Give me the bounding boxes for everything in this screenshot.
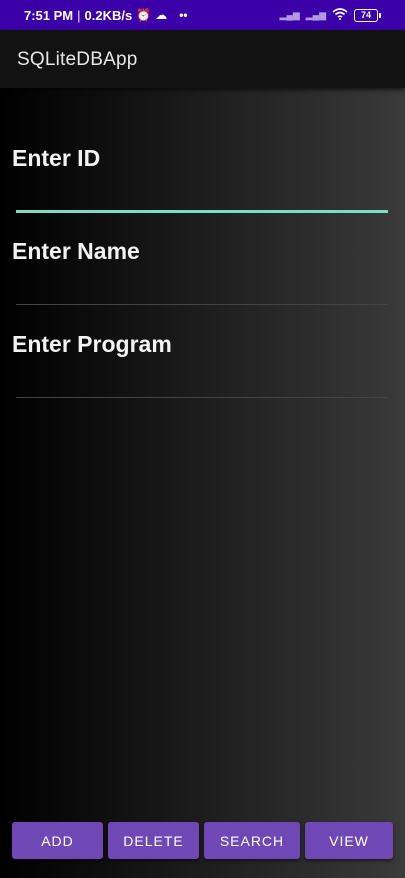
battery-icon: 74: [354, 8, 381, 22]
signal-icon-2: ▂▄▆: [305, 9, 326, 20]
app-title: SQLiteDBApp: [17, 49, 138, 70]
id-field-underline: [16, 210, 388, 213]
name-field-underline: [16, 304, 388, 305]
alarm-icon: ⏰: [136, 8, 152, 22]
id-field[interactable]: Enter ID: [0, 138, 405, 218]
status-separator: |: [77, 7, 81, 23]
status-bar: 7:51 PM | 0.2KB/s ⏰ ☁ •• ▂▄▆ ▂▄▆ 74: [0, 0, 405, 30]
program-field-underline: [16, 397, 388, 398]
signal-icon: ▂▄▆: [279, 9, 300, 20]
add-button[interactable]: ADD: [12, 822, 103, 859]
app-screen: 7:51 PM | 0.2KB/s ⏰ ☁ •• ▂▄▆ ▂▄▆ 74 SQLi…: [0, 0, 405, 878]
battery-tip: [379, 12, 381, 18]
network-speed: 0.2KB/s: [84, 7, 133, 23]
status-right: ▂▄▆ ▂▄▆ 74: [280, 0, 381, 30]
search-button[interactable]: SEARCH: [204, 822, 300, 859]
battery-level: 74: [354, 8, 378, 22]
wifi-icon: [332, 8, 348, 22]
program-field-hint: Enter Program: [12, 331, 172, 357]
id-field-hint: Enter ID: [12, 145, 101, 171]
name-field[interactable]: Enter Name: [0, 228, 405, 308]
delete-button[interactable]: DELETE: [108, 822, 199, 859]
app-bar: SQLiteDBApp: [0, 30, 405, 88]
more-notifications-icon: ••: [179, 8, 188, 22]
view-button[interactable]: VIEW: [305, 822, 393, 859]
name-field-hint: Enter Name: [12, 238, 140, 264]
status-left: 7:51 PM | 0.2KB/s ⏰ ☁ ••: [24, 0, 188, 30]
status-time: 7:51 PM: [24, 7, 74, 23]
notification-icon: ☁: [155, 8, 168, 22]
program-field[interactable]: Enter Program: [0, 321, 405, 401]
form-content: Enter ID Enter Name Enter Program: [0, 88, 405, 878]
